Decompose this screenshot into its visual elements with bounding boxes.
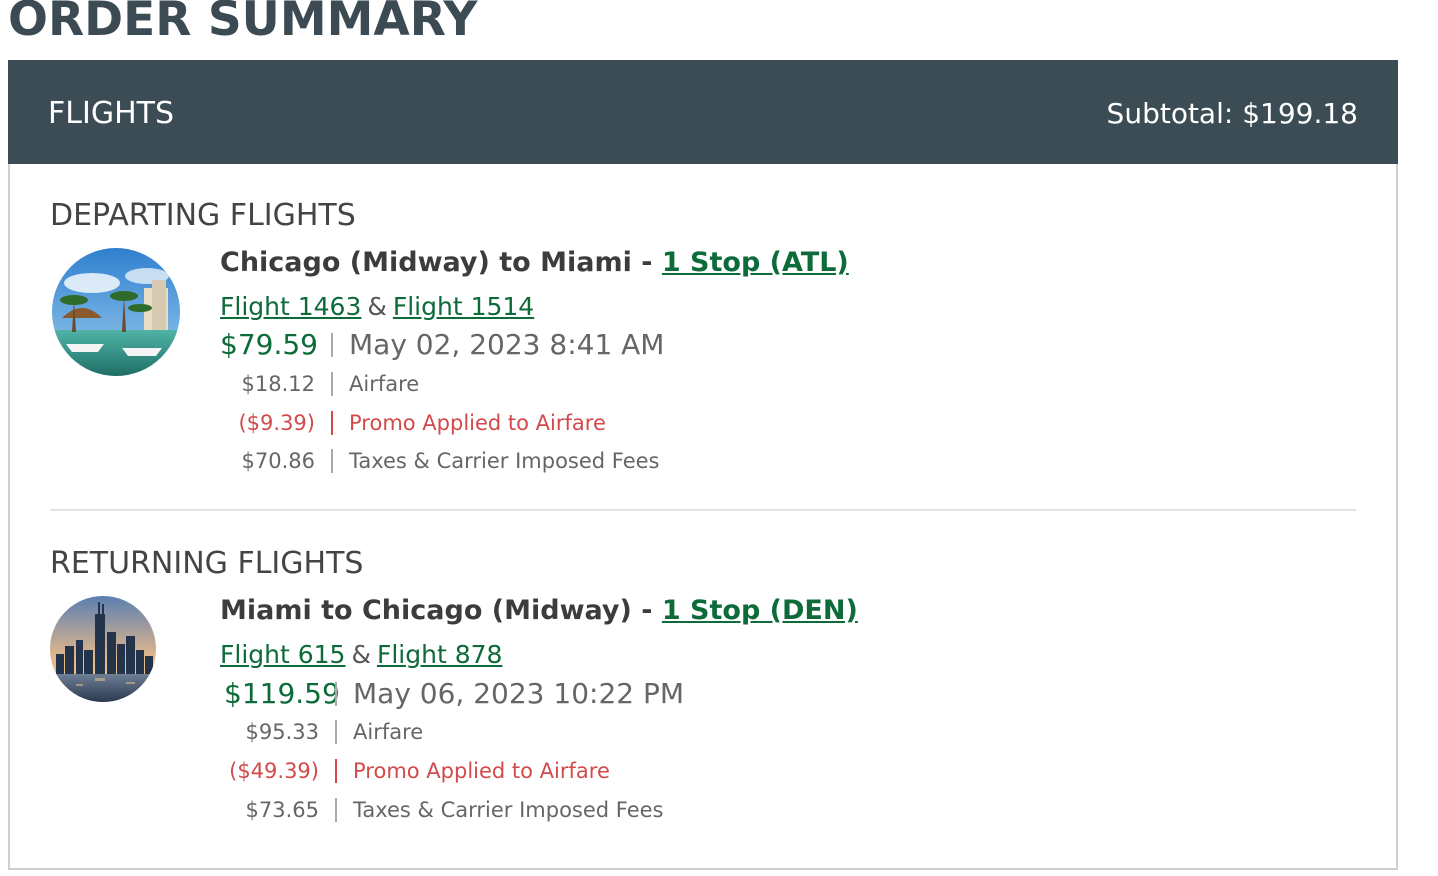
returning-stop-link[interactable]: 1 Stop (DEN) [662, 595, 858, 626]
miami-harbor-photo [52, 248, 180, 376]
returning-airfare-row: $95.33 Airfare [224, 720, 423, 744]
departing-route: Chicago (Midway) to Miami - 1 Stop (ATL) [220, 246, 849, 280]
separator [335, 681, 337, 706]
returning-promo-row: ($49.39) Promo Applied to Airfare [224, 759, 610, 783]
departing-taxes-row: $70.86 Taxes & Carrier Imposed Fees [220, 449, 660, 473]
returning-flight-links: Flight 615 & Flight 878 [220, 640, 502, 670]
flights-panel-header: FLIGHTS Subtotal: $199.18 [8, 60, 1398, 164]
returning-section-title: RETURNING FLIGHTS [50, 546, 364, 581]
departing-flight-a-link[interactable]: Flight 1463 [220, 292, 361, 321]
departing-amp: & [367, 292, 387, 321]
departing-route-text: Chicago (Midway) to Miami - [220, 247, 662, 278]
departing-airfare-amount: $18.12 [241, 372, 315, 396]
departing-taxes-desc: Taxes & Carrier Imposed Fees [349, 449, 660, 473]
returning-airfare-amount: $95.33 [245, 720, 319, 744]
page-title: ORDER SUMMARY [8, 0, 478, 47]
returning-route-text: Miami to Chicago (Midway) - [220, 595, 662, 626]
separator [335, 720, 337, 744]
returning-taxes-desc: Taxes & Carrier Imposed Fees [353, 798, 664, 822]
departing-promo-desc: Promo Applied to Airfare [349, 411, 606, 435]
returning-total: $119.59 [224, 677, 340, 710]
departing-section-title: DEPARTING FLIGHTS [50, 198, 356, 233]
chicago-skyline-photo [50, 596, 156, 702]
panel-title: FLIGHTS [48, 96, 174, 131]
returning-taxes-amount: $73.65 [245, 798, 319, 822]
returning-route: Miami to Chicago (Midway) - 1 Stop (DEN) [220, 594, 858, 628]
separator [331, 449, 333, 473]
returning-section-title-wrap: RETURNING FLIGHTS [50, 546, 363, 582]
departing-promo-amount: ($9.39) [238, 411, 315, 435]
departing-airfare-row: $18.12 Airfare [220, 372, 419, 396]
departing-stop-link[interactable]: 1 Stop (ATL) [662, 247, 849, 278]
miami-photo [52, 248, 180, 376]
departing-flight-links: Flight 1463 & Flight 1514 [220, 292, 534, 322]
returning-promo-desc: Promo Applied to Airfare [353, 759, 610, 783]
returning-airfare-desc: Airfare [353, 720, 424, 744]
returning-flight-a-link[interactable]: Flight 615 [220, 640, 345, 669]
subtotal: Subtotal: $199.18 [1106, 97, 1358, 130]
chicago-photo [50, 596, 156, 702]
departing-total: $79.59 [220, 328, 318, 361]
returning-taxes-row: $73.65 Taxes & Carrier Imposed Fees [224, 798, 664, 822]
flights-panel: FLIGHTS Subtotal: $199.18 DEPARTING FLIG… [8, 60, 1398, 870]
returning-flight-b-link[interactable]: Flight 878 [377, 640, 502, 669]
departing-flight-b-link[interactable]: Flight 1514 [393, 292, 534, 321]
returning-amp: & [351, 640, 371, 669]
returning-datetime: May 06, 2023 10:22 PM [353, 677, 685, 710]
separator [331, 411, 333, 435]
separator [331, 372, 333, 396]
separator [335, 759, 337, 783]
section-divider [50, 509, 1356, 511]
departing-promo-row: ($9.39) Promo Applied to Airfare [220, 411, 606, 435]
departing-airfare-desc: Airfare [349, 372, 420, 396]
separator [335, 798, 337, 822]
returning-total-row: $119.59 May 06, 2023 10:22 PM [224, 677, 684, 710]
departing-taxes-amount: $70.86 [241, 449, 315, 473]
departing-section-title-wrap: DEPARTING FLIGHTS [50, 198, 356, 234]
departing-total-row: $79.59 May 02, 2023 8:41 AM [220, 328, 664, 361]
departing-datetime: May 02, 2023 8:41 AM [349, 328, 665, 361]
separator [331, 332, 333, 357]
returning-promo-amount: ($49.39) [229, 759, 319, 783]
